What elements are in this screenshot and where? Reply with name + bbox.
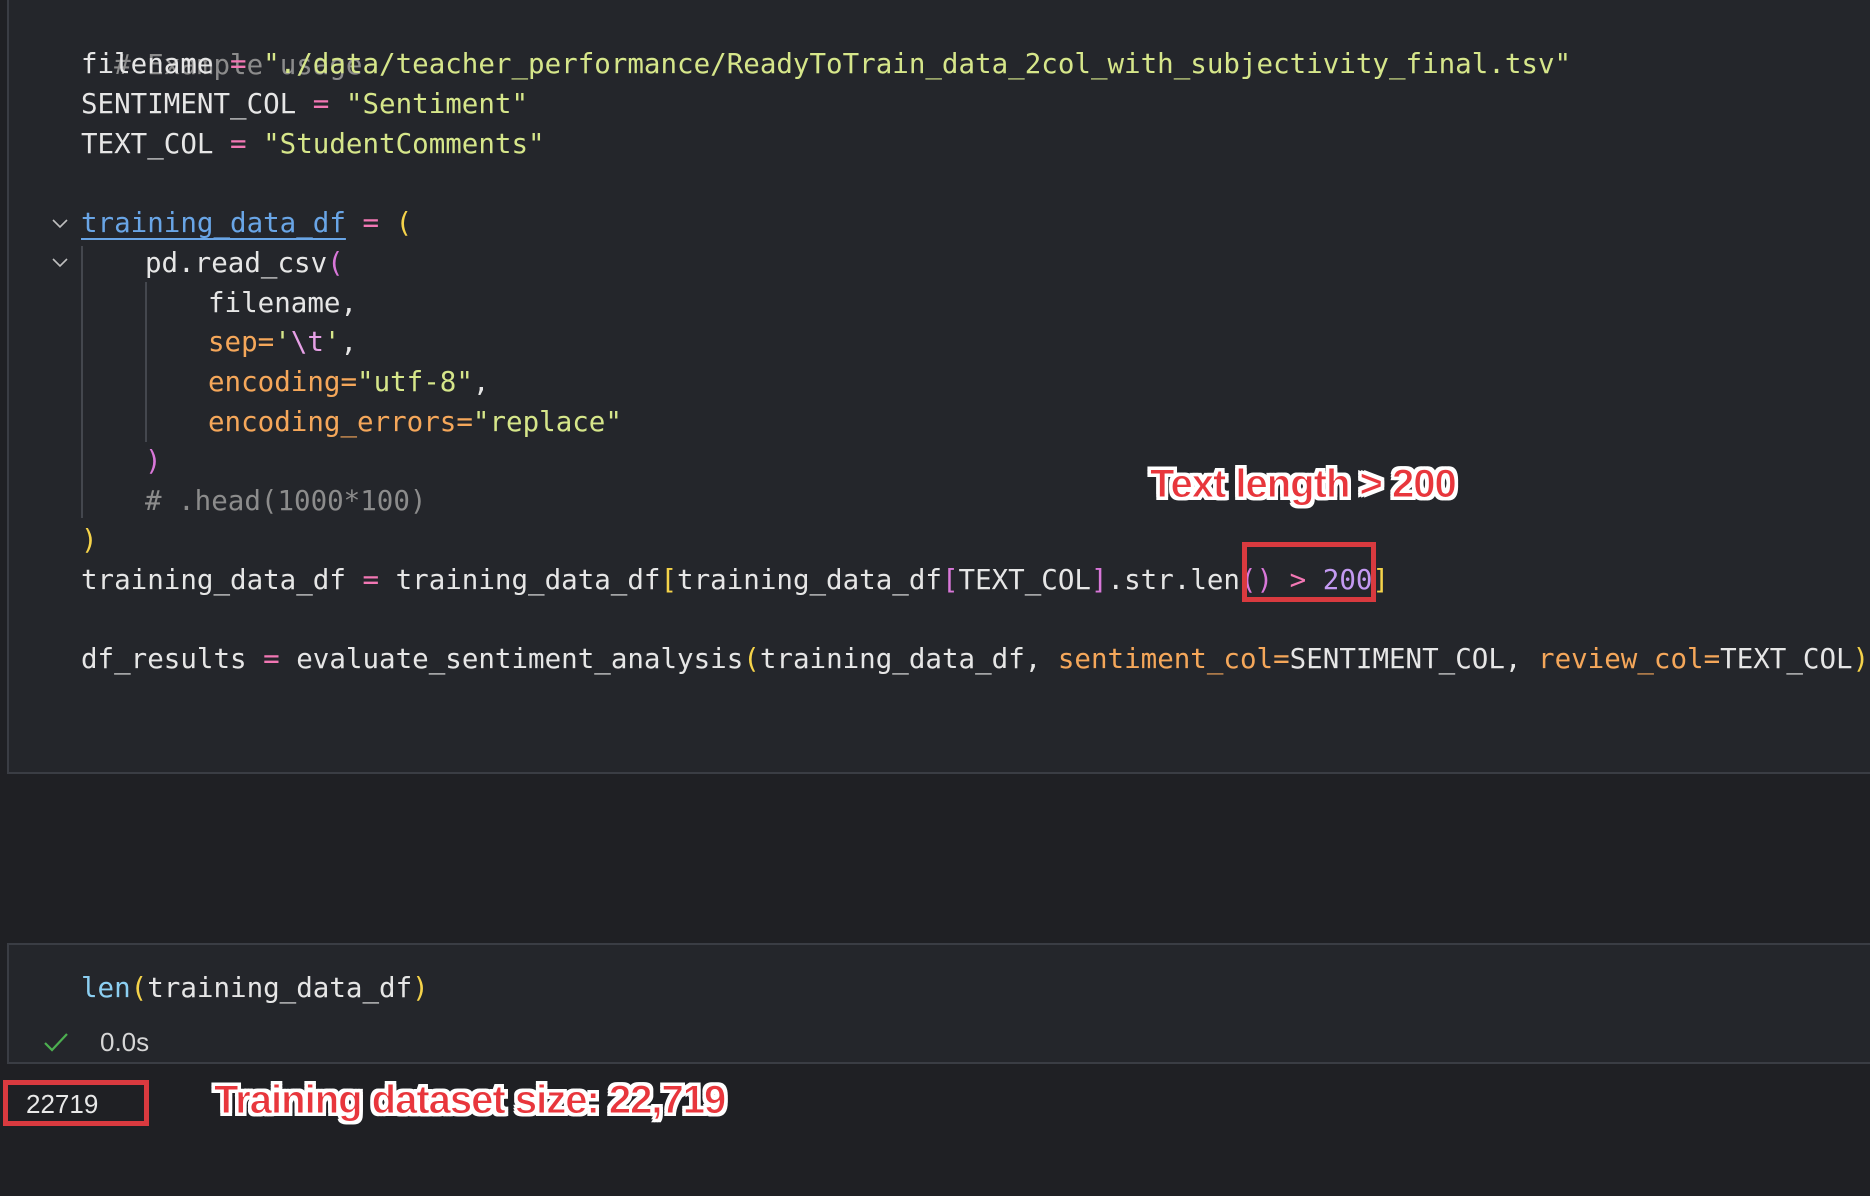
annotation-dataset-size: Training dataset size: 22,719 <box>213 1078 726 1123</box>
code-string: "utf-8" <box>357 366 473 398</box>
code-line[interactable]: # Example usage <box>81 5 362 81</box>
code-method: .str.len <box>1107 564 1240 596</box>
code-line[interactable]: ) <box>145 441 162 481</box>
code-line[interactable]: filename = "./data/teacher_performance/R… <box>81 44 1571 84</box>
code-variable: training_data_df <box>677 564 942 596</box>
code-line[interactable]: encoding="utf-8", <box>208 362 489 402</box>
code-paren: ( <box>395 207 413 239</box>
code-comma: , <box>1504 643 1539 675</box>
code-variable: TEXT_COL <box>958 564 1091 596</box>
code-paren: ) <box>1852 643 1870 675</box>
code-line[interactable]: ) <box>81 520 98 560</box>
code-paren: ) <box>81 524 98 556</box>
code-bracket: ] <box>1090 564 1108 596</box>
code-call: evaluate_sentiment_analysis <box>296 643 744 675</box>
fold-chevron-icon[interactable] <box>52 216 68 232</box>
annotation-text-length: Text length > 200 <box>1150 462 1458 507</box>
code-paren: ( <box>743 643 760 675</box>
code-argument: training_data_df, <box>759 643 1058 675</box>
code-line[interactable]: TEXT_COL = "StudentComments" <box>81 124 545 164</box>
code-line[interactable]: len(training_data_df) <box>81 968 429 1008</box>
execution-time: 0.0s <box>100 1026 150 1057</box>
code-argument: SENTIMENT_COL <box>1289 643 1505 675</box>
code-argument: filename, <box>208 287 358 319</box>
code-string: ' <box>323 326 341 358</box>
code-line[interactable]: pd.read_csv( <box>145 243 344 283</box>
code-argument: TEXT_COL <box>1720 643 1853 675</box>
code-line[interactable]: df_results = evaluate_sentiment_analysis… <box>81 639 1869 679</box>
code-paren: ) <box>145 445 162 477</box>
indent-guide <box>145 282 147 442</box>
code-keyword-arg: encoding= <box>208 366 358 398</box>
code-paren: ( <box>327 247 344 279</box>
code-string: "StudentComments" <box>263 128 545 160</box>
check-icon <box>44 1033 68 1052</box>
code-operator: = <box>345 564 396 596</box>
code-line[interactable]: filename, <box>208 283 357 323</box>
fold-chevron-icon[interactable] <box>52 255 68 271</box>
code-call: pd.read_csv <box>145 247 328 279</box>
code-string: "./data/teacher_performance/ReadyToTrain… <box>263 48 1572 80</box>
code-operator: = <box>213 128 264 160</box>
execution-status: 0.0s <box>42 1024 149 1060</box>
code-bracket: [ <box>660 564 678 596</box>
code-keyword-arg: sep= <box>208 326 275 358</box>
cell-output-value: 22719 <box>26 1089 99 1119</box>
code-line[interactable]: encoding_errors="replace" <box>208 402 622 442</box>
code-escape: \t <box>290 326 324 358</box>
highlight-box-threshold <box>1242 542 1376 602</box>
code-line[interactable]: training_data_df = training_data_df[trai… <box>81 560 1389 600</box>
code-variable: training_data_df <box>395 564 661 596</box>
code-paren: ( <box>130 972 148 1004</box>
code-operator: = <box>296 88 346 120</box>
code-operator: = <box>345 207 396 239</box>
code-comma: , <box>340 326 358 358</box>
code-operator: = <box>213 48 264 80</box>
code-variable: SENTIMENT_COL <box>81 88 297 120</box>
code-paren: ) <box>412 972 429 1004</box>
code-line[interactable]: SENTIMENT_COL = "Sentiment" <box>81 84 528 124</box>
code-string: "replace" <box>472 406 622 438</box>
code-bracket: [ <box>941 564 959 596</box>
code-string: ' <box>274 326 291 358</box>
code-keyword-arg: encoding_errors= <box>208 406 473 438</box>
code-keyword-arg: review_col= <box>1538 643 1721 675</box>
code-comment: # .head(1000*100) <box>145 485 427 517</box>
code-call: len <box>81 972 131 1004</box>
code-variable-link[interactable]: training_data_df <box>81 207 346 239</box>
code-variable: filename <box>81 48 214 80</box>
indent-guide <box>81 246 83 518</box>
code-variable: training_data_df <box>81 564 346 596</box>
code-argument: training_data_df <box>147 972 413 1004</box>
code-keyword-arg: sentiment_col= <box>1057 643 1290 675</box>
code-variable: df_results <box>81 643 247 675</box>
code-line[interactable]: sep='\t', <box>208 322 357 362</box>
code-line[interactable]: training_data_df = ( <box>81 203 412 243</box>
code-operator: = <box>246 643 297 675</box>
code-comma: , <box>472 366 490 398</box>
code-variable: TEXT_COL <box>81 128 214 160</box>
code-string: "Sentiment" <box>345 88 529 120</box>
code-line[interactable]: # .head(1000*100) <box>145 481 426 521</box>
